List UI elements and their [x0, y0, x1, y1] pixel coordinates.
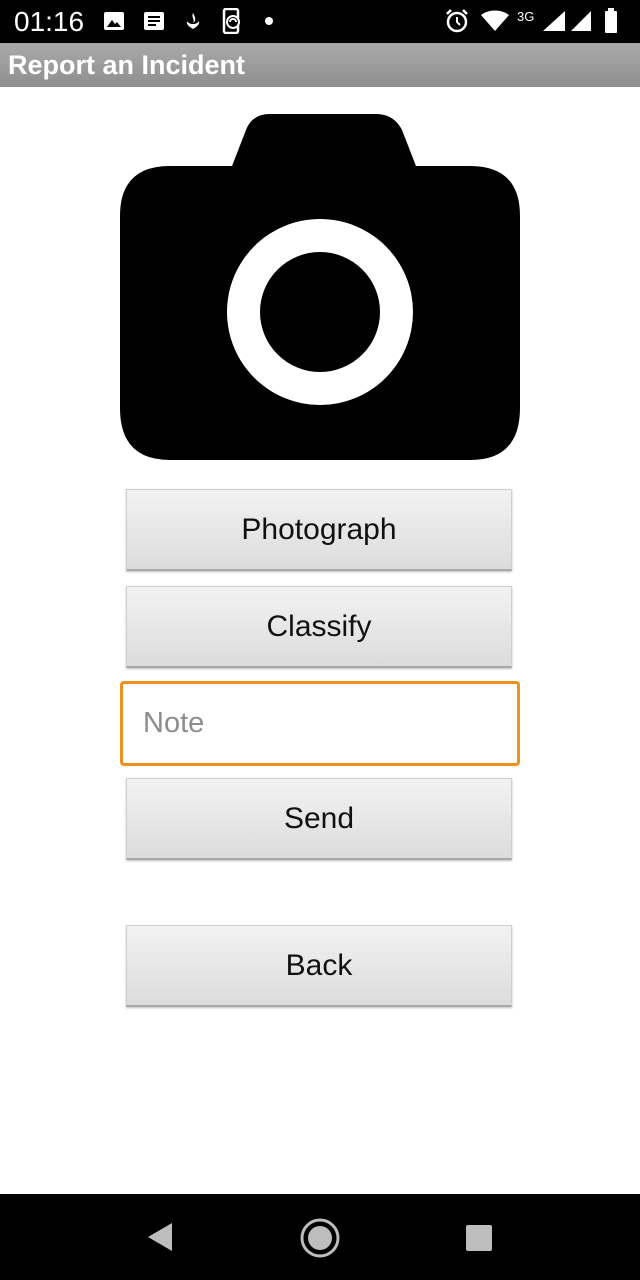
camera-icon — [120, 114, 520, 460]
send-button[interactable]: Send — [126, 778, 512, 860]
battery-icon — [605, 8, 617, 33]
back-triangle-icon[interactable] — [146, 1222, 174, 1252]
photograph-button[interactable]: Photograph — [126, 489, 512, 571]
signal-icon — [543, 11, 565, 31]
image-icon — [104, 12, 124, 30]
status-bar: 01:16 3G — [0, 0, 640, 43]
dot-icon — [265, 17, 273, 25]
back-button[interactable]: Back — [126, 925, 512, 1007]
navigation-bar — [0, 1194, 640, 1280]
network-type-label: 3G — [517, 9, 535, 24]
page-title: Report an Incident — [8, 50, 246, 80]
classify-button[interactable]: Classify — [126, 586, 512, 668]
bank-icon — [186, 13, 200, 29]
alarm-icon — [446, 9, 468, 33]
message-icon — [144, 12, 164, 30]
home-circle-icon[interactable] — [299, 1217, 341, 1259]
recents-square-icon[interactable] — [465, 1224, 493, 1252]
note-input[interactable] — [120, 681, 520, 766]
signal-icon — [571, 11, 591, 31]
status-time: 01:16 — [14, 6, 85, 37]
phone-sync-icon — [222, 8, 240, 34]
wifi-icon — [481, 10, 509, 31]
title-bar: Report an Incident — [0, 43, 640, 87]
